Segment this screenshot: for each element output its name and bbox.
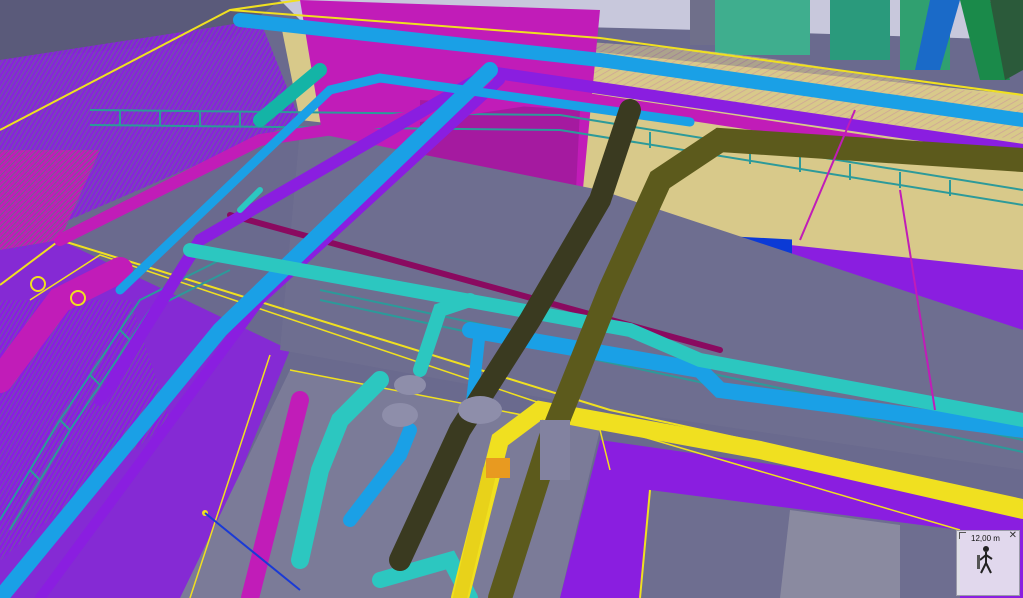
navigation-widget[interactable]: 12,00 m ✕ bbox=[956, 530, 1020, 596]
walking-person-icon[interactable] bbox=[975, 545, 997, 575]
corner-icon bbox=[959, 532, 966, 539]
box bbox=[780, 510, 900, 598]
orange-fitting bbox=[486, 458, 510, 478]
tank bbox=[715, 0, 810, 55]
3d-scene[interactable] bbox=[0, 0, 1023, 598]
close-icon[interactable]: ✕ bbox=[1009, 531, 1017, 541]
tank bbox=[830, 0, 890, 60]
3d-viewport[interactable]: 12,00 m ✕ bbox=[0, 0, 1023, 598]
distance-label: 12,00 m bbox=[971, 534, 1000, 543]
